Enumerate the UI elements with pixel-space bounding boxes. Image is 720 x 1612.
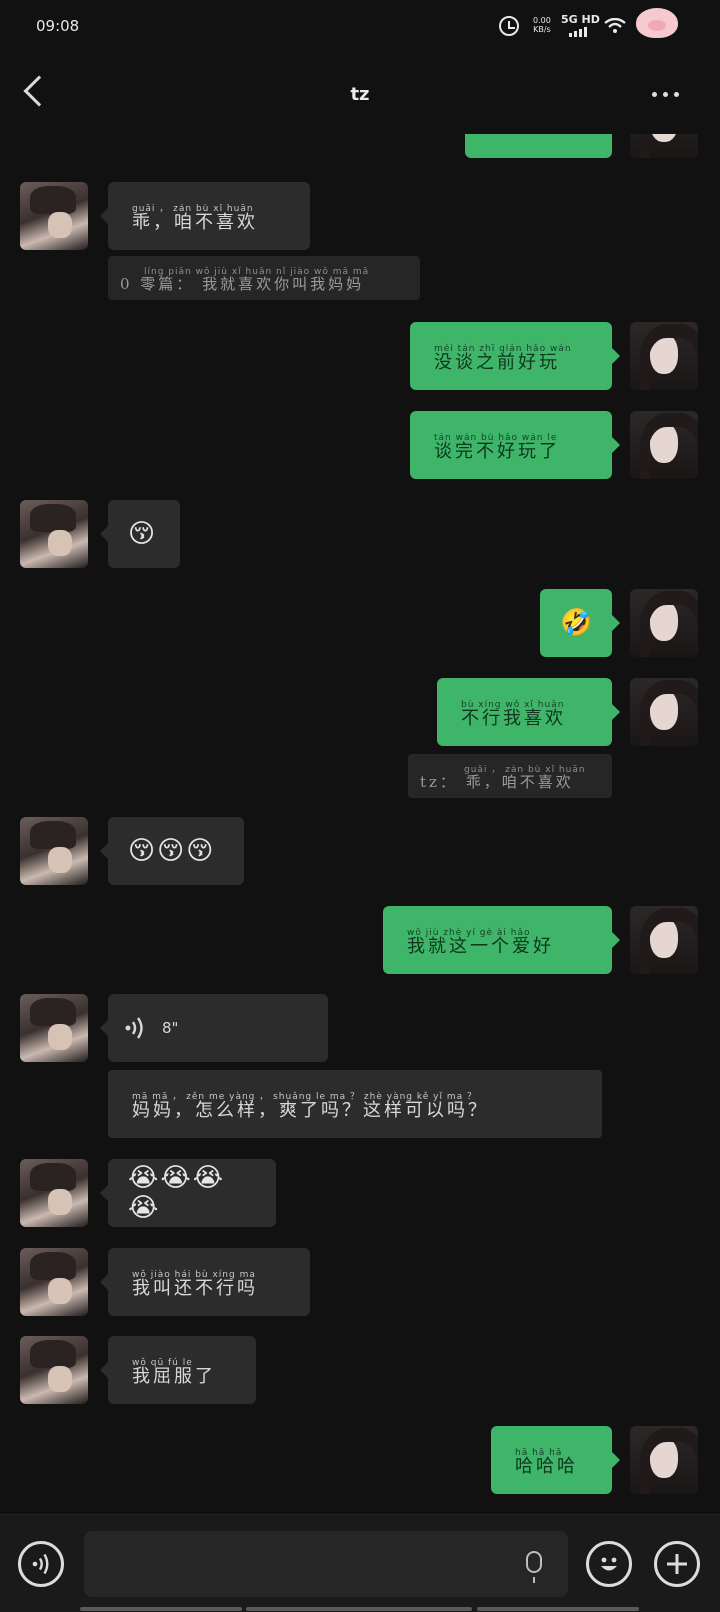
pinyin: tán wán bù hǎo wán le bbox=[434, 433, 558, 443]
input-bar bbox=[0, 1514, 720, 1612]
quoted-text: líng piān wǒ jiù xǐ huān nǐ jiào wǒ mā m… bbox=[120, 261, 368, 295]
message-bubble-outgoing[interactable]: tán wán bù hǎo wán le 谈完不好玩了 bbox=[410, 411, 620, 479]
chat-title: tz bbox=[350, 84, 370, 105]
pinyin: wǒ qū fú le bbox=[132, 1358, 193, 1368]
message-bubble-incoming[interactable]: wǒ jiào hái bù xíng ma 我叫还不行吗 bbox=[100, 1248, 310, 1316]
voice-input-button[interactable] bbox=[18, 1541, 64, 1587]
emoji: 🤣 bbox=[560, 608, 595, 638]
avatar[interactable] bbox=[630, 678, 698, 746]
status-bar: 09:08 0.00 KB/s 5G HD bbox=[0, 0, 720, 54]
microphone-icon[interactable] bbox=[526, 1551, 542, 1583]
quoted-message[interactable]: líng piān wǒ jiù xǐ huān nǐ jiào wǒ mā m… bbox=[108, 256, 420, 300]
avatar[interactable] bbox=[20, 1159, 88, 1227]
pinyin: méi tán zhī qián hǎo wán bbox=[434, 344, 572, 354]
quoted-message[interactable]: guāi ， zán bù xǐ huān tz： 乖，咱不喜欢 bbox=[408, 754, 612, 798]
quoted-text: guāi ， zán bù xǐ huān tz： 乖，咱不喜欢 bbox=[420, 759, 585, 793]
avatar[interactable] bbox=[630, 411, 698, 479]
wifi-icon bbox=[604, 17, 626, 38]
network-type: 5G HD bbox=[561, 13, 600, 26]
avatar[interactable] bbox=[20, 500, 88, 568]
more-icon[interactable] bbox=[652, 92, 679, 97]
message-input[interactable] bbox=[84, 1531, 568, 1597]
avatar[interactable] bbox=[630, 322, 698, 390]
signal-icon bbox=[569, 27, 587, 37]
pinyin: líng piān wǒ jiù xǐ huān nǐ jiào wǒ mā m… bbox=[144, 267, 370, 277]
avatar[interactable] bbox=[20, 1336, 88, 1404]
message-bubble-incoming[interactable]: guāi ， zán bù xǐ huān 乖，咱不喜欢 bbox=[100, 182, 310, 250]
avatar[interactable] bbox=[20, 994, 88, 1062]
emoji: 😚😚😚 bbox=[128, 836, 216, 866]
message-text: méi tán zhī qián hǎo wán 没谈之前好玩 bbox=[434, 338, 571, 374]
message-bubble-incoming[interactable]: 😚😚😚 bbox=[100, 817, 244, 885]
message-text: wǒ jiù zhè yí gè ài hǎo 我就这一个爱好 bbox=[407, 922, 554, 958]
voice-transcript[interactable]: mā mā ， zěn me yàng ， shuǎng le ma ？ zhè… bbox=[108, 1070, 602, 1138]
speed-value: 0.00 bbox=[533, 16, 551, 25]
message-bubble-outgoing[interactable]: méi tán zhī qián hǎo wán 没谈之前好玩 bbox=[410, 322, 620, 390]
avatar[interactable] bbox=[20, 1248, 88, 1316]
message-text: wǒ jiào hái bù xíng ma 我叫还不行吗 bbox=[132, 1264, 258, 1300]
speed-unit: KB/s bbox=[533, 25, 551, 34]
network-speed: 0.00 KB/s bbox=[533, 16, 551, 34]
pig-icon bbox=[636, 8, 678, 38]
message-bubble-outgoing[interactable]: hā hā hā 哈哈哈 bbox=[491, 1426, 620, 1494]
plus-icon bbox=[667, 1554, 687, 1574]
message-bubble-incoming[interactable]: 😭😭😭😭 bbox=[100, 1159, 276, 1227]
avatar[interactable] bbox=[630, 1426, 698, 1494]
pinyin: mā mā ， zěn me yàng ， shuǎng le ma ？ zhè… bbox=[132, 1092, 477, 1102]
avatar[interactable] bbox=[20, 182, 88, 250]
status-time: 09:08 bbox=[36, 17, 80, 35]
pinyin: guāi ， zán bù xǐ huān bbox=[132, 204, 254, 214]
pinyin: wǒ jiào hái bù xíng ma bbox=[132, 1270, 256, 1280]
gesture-bar bbox=[477, 1607, 639, 1611]
emoji-button[interactable] bbox=[586, 1541, 632, 1587]
message-bubble-incoming[interactable]: 😚 bbox=[100, 500, 180, 568]
voice-icon bbox=[32, 1553, 49, 1575]
message-bubble-outgoing[interactable]: wǒ jiù zhè yí gè ài hǎo 我就这一个爱好 bbox=[383, 906, 620, 974]
smiley-icon bbox=[601, 1557, 617, 1571]
gesture-bar bbox=[80, 1607, 242, 1611]
message-bubble-outgoing[interactable]: 🤣 bbox=[540, 589, 620, 657]
message-text: hā hā hā 哈哈哈 bbox=[515, 1442, 578, 1478]
emoji: 😭😭😭😭 bbox=[128, 1163, 226, 1223]
avatar[interactable] bbox=[630, 589, 698, 657]
message-text: bù xíng wǒ xǐ huān 不行我喜欢 bbox=[461, 694, 566, 730]
gesture-bar bbox=[246, 1607, 472, 1611]
transcript-text: mā mā ， zěn me yàng ， shuǎng le ma ？ zhè… bbox=[132, 1086, 489, 1122]
alarm-icon bbox=[499, 16, 519, 36]
message-text: guāi ， zán bù xǐ huān 乖，咱不喜欢 bbox=[132, 198, 258, 234]
avatar[interactable] bbox=[20, 817, 88, 885]
message-text: tán wán bù hǎo wán le 谈完不好玩了 bbox=[434, 427, 560, 463]
pinyin: wǒ jiù zhè yí gè ài hǎo bbox=[407, 928, 531, 938]
voice-wave-icon bbox=[125, 1017, 143, 1039]
pinyin: guāi ， zán bù xǐ huān bbox=[464, 765, 586, 775]
emoji: 😚 bbox=[128, 519, 158, 549]
voice-message[interactable]: 8" bbox=[100, 994, 328, 1062]
message-bubble-outgoing[interactable]: bù xíng wǒ xǐ huān 不行我喜欢 bbox=[437, 678, 620, 746]
message-bubble-outgoing[interactable] bbox=[465, 134, 612, 158]
message-bubble-incoming[interactable]: wǒ qū fú le 我屈服了 bbox=[100, 1336, 256, 1404]
pinyin: hā hā hā bbox=[515, 1448, 563, 1458]
avatar[interactable] bbox=[630, 134, 698, 158]
add-button[interactable] bbox=[654, 1541, 700, 1587]
avatar[interactable] bbox=[630, 906, 698, 974]
message-list[interactable]: guāi ， zán bù xǐ huān 乖，咱不喜欢 líng piān w… bbox=[0, 134, 720, 1514]
voice-duration: 8" bbox=[162, 1019, 179, 1037]
chat-header: tz bbox=[0, 54, 720, 134]
message-text: wǒ qū fú le 我屈服了 bbox=[132, 1352, 216, 1388]
pinyin: bù xíng wǒ xǐ huān bbox=[461, 700, 565, 710]
